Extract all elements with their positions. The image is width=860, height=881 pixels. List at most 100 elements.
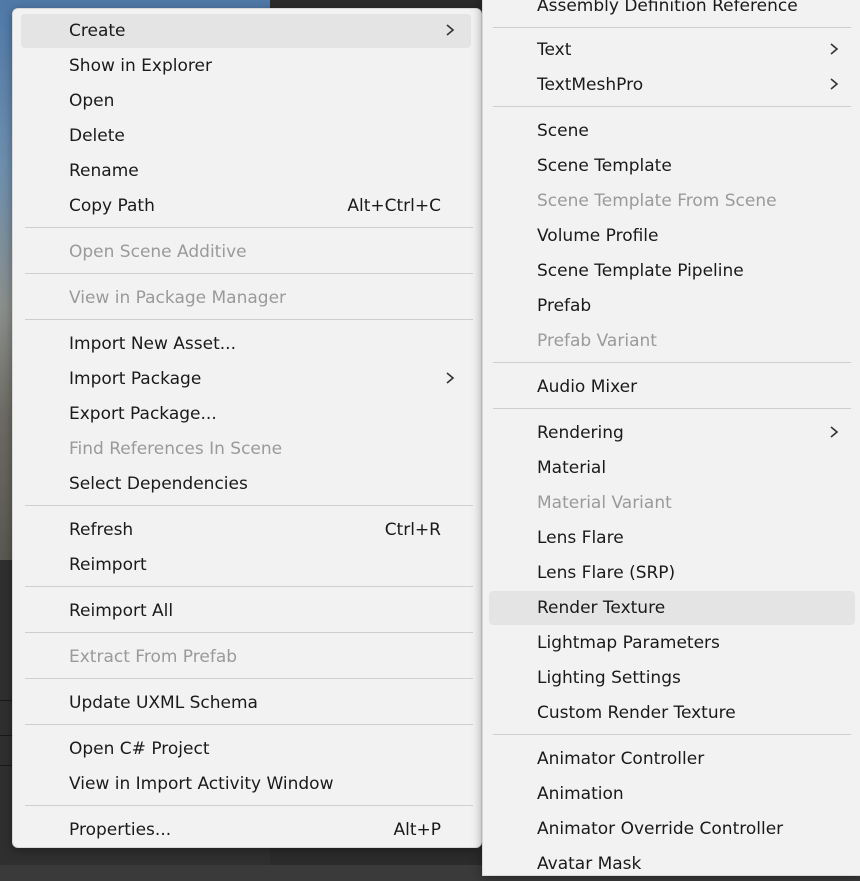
menu-item-label: TextMeshPro [537,75,644,95]
menu-item-label: Assembly Definition Reference [537,0,798,16]
menu-separator [25,505,473,506]
menu-item-import-new-asset[interactable]: Import New Asset... [21,327,471,361]
menu-separator [25,678,473,679]
menu-item-label: Scene Template [537,156,672,176]
menu-separator [25,632,473,633]
menu-item-show-in-explorer[interactable]: Show in Explorer [21,49,471,83]
menu-item-shortcut: Alt+P [393,820,441,840]
menu-item-label: Import New Asset... [69,334,236,354]
menu-item-reimport[interactable]: Reimport [21,548,471,582]
menu-item-delete[interactable]: Delete [21,119,471,153]
menu-item-assembly-definition-reference[interactable]: Assembly Definition Reference [489,0,855,23]
menu-separator [25,273,473,274]
menu-item-lens-flare[interactable]: Lens Flare [489,521,855,555]
menu-item-label: Scene Template Pipeline [537,261,744,281]
menu-item-shortcut: Ctrl+R [384,520,441,540]
menu-item-label: Animator Override Controller [537,819,784,839]
menu-item-label: Prefab [537,296,592,316]
menu-item-import-package[interactable]: Import Package [21,362,471,396]
menu-item-view-in-import-activity-window[interactable]: View in Import Activity Window [21,767,471,801]
menu-item-label: Render Texture [537,598,666,618]
menu-item-label: Animation [537,784,624,804]
menu-item-lens-flare-srp[interactable]: Lens Flare (SRP) [489,556,855,590]
menu-item-view-in-package-manager: View in Package Manager [21,281,471,315]
menu-item-label: Material Variant [537,493,672,513]
menu-item-rename[interactable]: Rename [21,154,471,188]
menu-item-label: Open C# Project [69,739,210,759]
menu-item-lighting-settings[interactable]: Lighting Settings [489,661,855,695]
menu-item-label: Material [537,458,607,478]
menu-item-scene-template-pipeline[interactable]: Scene Template Pipeline [489,254,855,288]
menu-separator [25,805,473,806]
menu-item-reimport-all[interactable]: Reimport All [21,594,471,628]
menu-item-label: Scene [537,121,589,141]
menu-item-label: Copy Path [69,196,155,216]
menu-item-copy-path[interactable]: Copy Path Alt+Ctrl+C [21,189,471,223]
menu-item-scene-template-from-scene: Scene Template From Scene [489,184,855,218]
menu-item-animator-override-controller[interactable]: Animator Override Controller [489,812,855,846]
menu-item-label: View in Package Manager [69,288,287,308]
menu-separator [493,27,851,28]
menu-item-label: Avatar Mask [537,854,642,874]
menu-item-label: Animator Controller [537,749,705,769]
menu-item-label: Create [69,21,126,41]
menu-item-label: Find References In Scene [69,439,283,459]
menu-item-open[interactable]: Open [21,84,471,118]
menu-separator [493,362,851,363]
menu-item-label: Rendering [537,423,624,443]
menu-item-lightmap-parameters[interactable]: Lightmap Parameters [489,626,855,660]
menu-item-label: Import Package [69,369,202,389]
menu-item-label: Select Dependencies [69,474,248,494]
menu-item-open-csharp-project[interactable]: Open C# Project [21,732,471,766]
chevron-right-icon [827,75,841,93]
menu-separator [25,319,473,320]
menu-item-scene[interactable]: Scene [489,114,855,148]
menu-separator [25,586,473,587]
menu-item-avatar-mask[interactable]: Avatar Mask [489,847,855,881]
menu-item-render-texture[interactable]: Render Texture [489,591,855,625]
menu-item-label: Properties... [69,820,172,840]
menu-item-open-scene-additive: Open Scene Additive [21,235,471,269]
menu-item-volume-profile[interactable]: Volume Profile [489,219,855,253]
menu-item-label: Lightmap Parameters [537,633,720,653]
chevron-right-icon [443,21,457,39]
menu-item-select-dependencies[interactable]: Select Dependencies [21,467,471,501]
menu-item-label: Prefab Variant [537,331,657,351]
menu-item-create[interactable]: Create [21,14,471,48]
menu-item-custom-render-texture[interactable]: Custom Render Texture [489,696,855,730]
menu-item-shortcut: Alt+Ctrl+C [347,196,441,216]
menu-item-prefab-variant: Prefab Variant [489,324,855,358]
menu-item-extract-from-prefab: Extract From Prefab [21,640,471,674]
menu-item-label: Show in Explorer [69,56,212,76]
menu-item-material[interactable]: Material [489,451,855,485]
menu-item-audio-mixer[interactable]: Audio Mixer [489,370,855,404]
menu-item-update-uxml-schema[interactable]: Update UXML Schema [21,686,471,720]
menu-separator [493,106,851,107]
menu-separator [493,408,851,409]
menu-item-animation[interactable]: Animation [489,777,855,811]
menu-item-label: Lens Flare (SRP) [537,563,676,583]
chevron-right-icon [443,369,457,387]
menu-item-label: Reimport All [69,601,174,621]
menu-item-label: Delete [69,126,125,146]
menu-separator [25,724,473,725]
menu-item-material-variant: Material Variant [489,486,855,520]
menu-item-animator-controller[interactable]: Animator Controller [489,742,855,776]
menu-item-label: Update UXML Schema [69,693,258,713]
create-submenu: Assembly Definition Reference Text TextM… [482,0,860,876]
menu-item-label: Refresh [69,520,134,540]
menu-item-label: Open Scene Additive [69,242,247,262]
menu-item-export-package[interactable]: Export Package... [21,397,471,431]
menu-item-refresh[interactable]: Refresh Ctrl+R [21,513,471,547]
menu-item-label: Reimport [69,555,147,575]
chevron-right-icon [827,423,841,441]
menu-item-label: Scene Template From Scene [537,191,777,211]
menu-item-properties[interactable]: Properties... Alt+P [21,813,471,847]
menu-item-prefab[interactable]: Prefab [489,289,855,323]
menu-item-label: View in Import Activity Window [69,774,334,794]
menu-item-rendering[interactable]: Rendering [489,416,855,450]
menu-item-text[interactable]: Text [489,33,855,67]
menu-item-scene-template[interactable]: Scene Template [489,149,855,183]
menu-item-textmeshpro[interactable]: TextMeshPro [489,68,855,102]
menu-item-label: Export Package... [69,404,217,424]
